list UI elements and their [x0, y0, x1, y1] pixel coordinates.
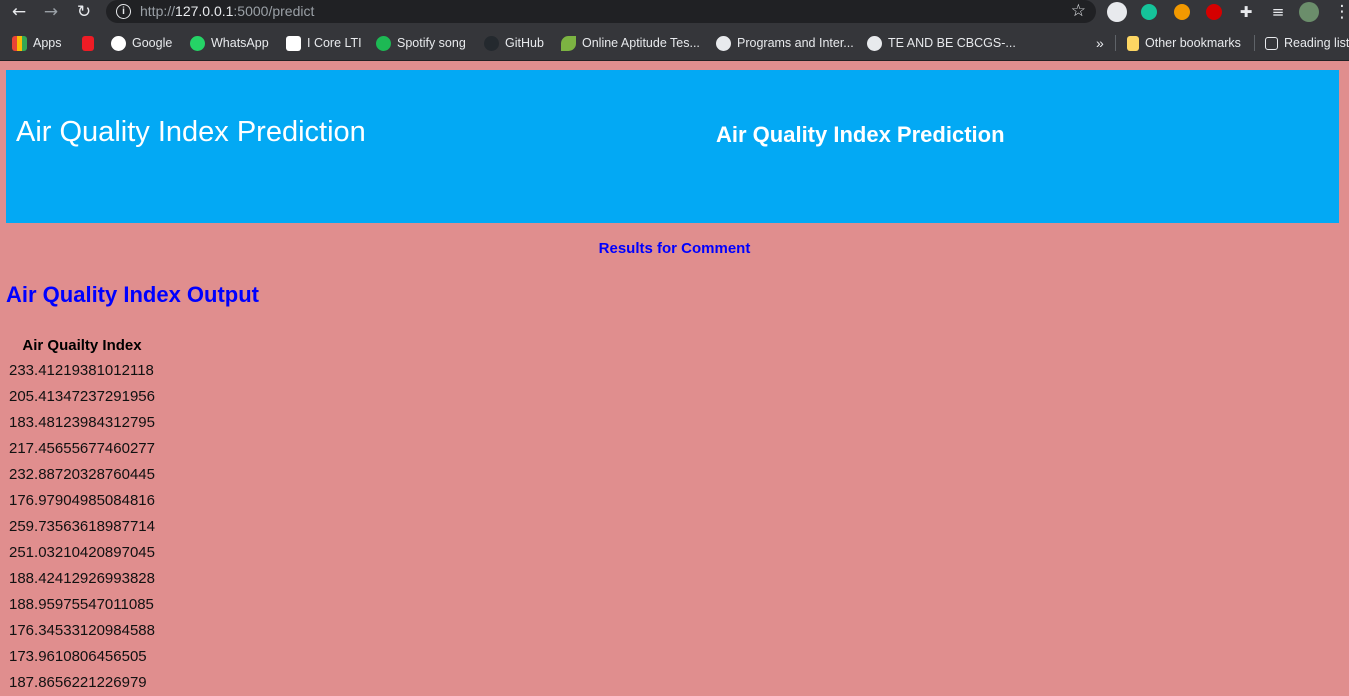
- globe-icon: [867, 35, 882, 51]
- aqi-value-cell: 183.48123984312795: [9, 413, 155, 431]
- table-row: 173.9610806456505: [8, 644, 156, 668]
- aqi-value-cell: 205.41347237291956: [9, 387, 155, 405]
- table-row: 217.45655677460277: [8, 436, 156, 460]
- puzzle-extensions-icon[interactable]: ✚: [1236, 2, 1256, 22]
- bookmarks-divider: [1254, 35, 1255, 51]
- column-header-aqi: Air Quailty Index: [22, 336, 142, 354]
- bookmark-vi[interactable]: [82, 33, 100, 53]
- table-header-row: Air Quailty Index: [8, 334, 156, 356]
- extension-record-icon[interactable]: [1206, 4, 1222, 20]
- page-subtitle: Air Quality Index Prediction: [716, 122, 1005, 147]
- aqi-value-cell: 232.88720328760445: [9, 465, 155, 483]
- aqi-value-cell: 188.42412926993828: [9, 569, 155, 587]
- bookmark-star-icon[interactable]: ☆: [1071, 1, 1086, 21]
- reading-list-icon: [1265, 36, 1278, 50]
- forward-arrow-icon[interactable]: →: [41, 2, 61, 22]
- menu-kebab-icon[interactable]: ⋮: [1332, 2, 1349, 22]
- bookmark-programs[interactable]: Programs and Inter...: [716, 33, 854, 53]
- aqi-value-cell: 187.8656221226979: [9, 673, 147, 691]
- aqi-value-cell: 233.41219381012118: [9, 361, 154, 379]
- leaf-icon: [561, 35, 576, 51]
- bookmarks-bar: Apps Google WhatsApp I Core LTI Spotify …: [0, 25, 1349, 61]
- table-row: 251.03210420897045: [8, 540, 156, 564]
- table-row: 183.48123984312795: [8, 410, 156, 434]
- reading-list[interactable]: Reading list: [1265, 33, 1349, 53]
- address-bar[interactable]: i http://127.0.0.1:5000/predict ☆: [106, 0, 1096, 23]
- apps-grid-icon: [12, 35, 27, 51]
- other-bookmarks[interactable]: Other bookmarks: [1127, 33, 1241, 53]
- output-heading: Air Quality Index Output: [6, 282, 260, 307]
- aqi-value-cell: 259.73563618987714: [9, 517, 155, 535]
- bookmarks-divider: [1115, 35, 1116, 51]
- folder-icon: [1127, 35, 1139, 51]
- whatsapp-icon: [190, 35, 205, 51]
- extension-icon[interactable]: [1107, 2, 1127, 22]
- header-banner: Air Quality Index Prediction Air Quality…: [6, 70, 1339, 223]
- table-row: 188.42412926993828: [8, 566, 156, 590]
- table-row: 232.88720328760445: [8, 462, 156, 486]
- extension-face-icon[interactable]: [1174, 4, 1190, 20]
- aqi-value-cell: 173.9610806456505: [9, 647, 147, 665]
- aqi-value-cell: 176.97904985084816: [9, 491, 155, 509]
- page-title: Air Quality Index Prediction: [16, 116, 366, 148]
- aqi-value-cell: 188.95975547011085: [9, 595, 154, 613]
- bookmark-whatsapp[interactable]: WhatsApp: [190, 33, 269, 53]
- bookmark-te-be-cbcgs[interactable]: TE AND BE CBCGS-...: [867, 33, 1016, 53]
- bookmark-google[interactable]: Google: [111, 33, 172, 53]
- grammarly-icon[interactable]: [1141, 4, 1157, 20]
- table-row: 176.97904985084816: [8, 488, 156, 512]
- browser-toolbar: ← → ↻ i http://127.0.0.1:5000/predict ☆ …: [0, 0, 1349, 25]
- aqi-results-table: Air Quailty Index 233.41219381012118 205…: [6, 332, 158, 696]
- aqi-value-cell: 251.03210420897045: [9, 543, 155, 561]
- media-queue-icon[interactable]: ≡: [1268, 2, 1288, 22]
- table-row: 176.34533120984588: [8, 618, 156, 642]
- google-icon: [111, 35, 126, 51]
- bookmark-spotify[interactable]: Spotify song: [376, 33, 466, 53]
- aqi-value-cell: 176.34533120984588: [9, 621, 155, 639]
- bookmark-online-aptitude[interactable]: Online Aptitude Tes...: [561, 33, 700, 53]
- site-info-icon[interactable]: i: [116, 4, 131, 19]
- table-row: 259.73563618987714: [8, 514, 156, 538]
- aqi-value-cell: 217.45655677460277: [9, 439, 155, 457]
- bookmark-apps[interactable]: Apps: [12, 33, 62, 53]
- table-row: 187.8656221226979: [8, 670, 156, 694]
- table-row: 233.41219381012118: [8, 358, 156, 382]
- reload-icon[interactable]: ↻: [74, 2, 94, 22]
- back-arrow-icon[interactable]: ←: [9, 2, 29, 22]
- vi-logo-icon: [82, 35, 94, 51]
- avatar[interactable]: [1299, 2, 1319, 22]
- globe-icon: [716, 35, 731, 51]
- table-row: 205.41347237291956: [8, 384, 156, 408]
- table-row: 188.95975547011085: [8, 592, 156, 616]
- spotify-icon: [376, 35, 391, 51]
- bookmark-icore-lti[interactable]: I Core LTI: [286, 33, 362, 53]
- bookmarks-overflow-chevron[interactable]: »: [1096, 33, 1104, 53]
- bookmark-github[interactable]: GitHub: [484, 33, 544, 53]
- url-text[interactable]: http://127.0.0.1:5000/predict: [140, 3, 314, 19]
- results-for-comment-link[interactable]: Results for Comment: [0, 240, 1349, 257]
- github-icon: [484, 35, 499, 51]
- lti-icon: [286, 35, 301, 51]
